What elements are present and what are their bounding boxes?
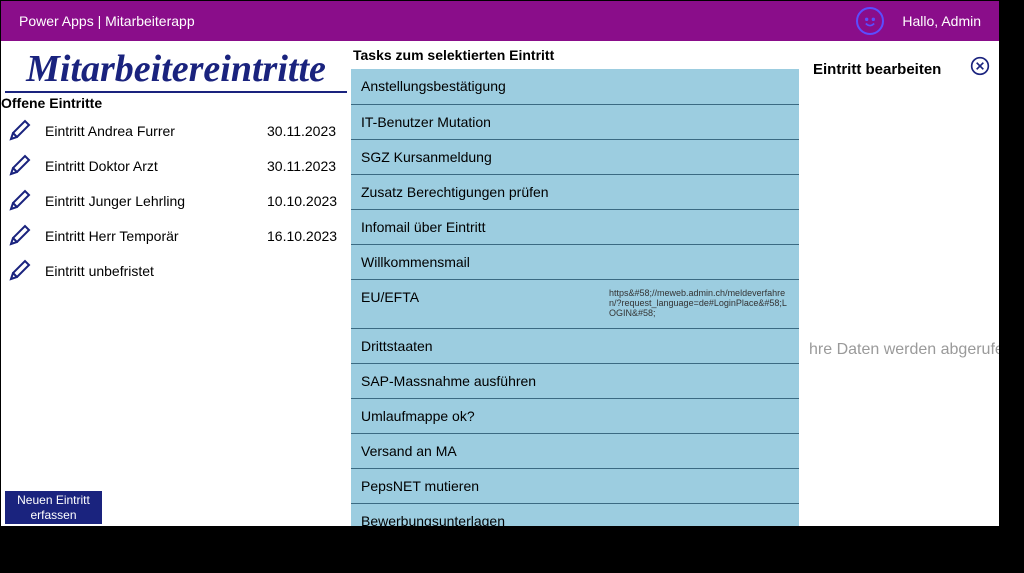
task-row[interactable]: Bewerbungsunterlagen (351, 503, 799, 526)
user-greeting: Hallo, Admin (902, 13, 981, 29)
new-entry-button[interactable]: Neuen Eintritt erfassen (5, 491, 102, 524)
task-label: Bewerbungsunterlagen (361, 513, 505, 526)
entry-date: 10.10.2023 (267, 193, 351, 209)
entry-name: Eintritt Junger Lehrling (41, 193, 267, 209)
task-row[interactable]: Versand an MA (351, 433, 799, 468)
smile-icon[interactable] (856, 7, 884, 35)
entry-name: Eintritt unbefristet (41, 263, 267, 279)
entry-date: 16.10.2023 (267, 228, 351, 244)
pencil-icon[interactable] (5, 152, 33, 180)
task-row[interactable]: Infomail über Eintritt (351, 209, 799, 244)
entry-name: Eintritt Herr Temporär (41, 228, 267, 244)
task-label: Umlaufmappe ok? (361, 408, 475, 424)
entry-date: 30.11.2023 (267, 158, 351, 174)
task-label: PepsNET mutieren (361, 478, 479, 494)
pencil-icon[interactable] (5, 117, 33, 145)
task-row[interactable]: EU/EFTA https&#58;//meweb.admin.ch/meldev… (351, 279, 799, 328)
pencil-icon[interactable] (5, 187, 33, 215)
task-label: Infomail über Eintritt (361, 219, 486, 235)
task-label: Anstellungsbestätigung (361, 78, 506, 94)
task-label: SGZ Kursanmeldung (361, 149, 492, 165)
left-panel: Mitarbeitereintritte Offene Eintritte Ei… (1, 41, 351, 526)
task-label: Versand an MA (361, 443, 457, 459)
edit-panel: Eintritt bearbeiten hre Daten werden abg… (799, 41, 999, 526)
task-row[interactable]: Umlaufmappe ok? (351, 398, 799, 433)
loading-text: hre Daten werden abgerufen. (809, 341, 1000, 359)
pencil-icon[interactable] (5, 222, 33, 250)
task-row[interactable]: SAP-Massnahme ausführen (351, 363, 799, 398)
task-row[interactable]: Willkommensmail (351, 244, 799, 279)
task-label: SAP-Massnahme ausführen (361, 373, 536, 389)
task-row[interactable]: SGZ Kursanmeldung (351, 139, 799, 174)
task-row[interactable]: Anstellungsbestätigung (351, 69, 799, 104)
task-row[interactable]: Drittstaaten (351, 328, 799, 363)
edit-entry-heading: Eintritt bearbeiten (813, 61, 989, 78)
task-label: EU/EFTA (361, 289, 419, 305)
task-label: Willkommensmail (361, 254, 470, 270)
app-frame: Power Apps | Mitarbeiterapp Hallo, Admin… (0, 0, 1000, 527)
page-title: Mitarbeitereintritte (5, 45, 347, 93)
entry-row[interactable]: Eintritt Doktor Arzt30.11.2023 (5, 148, 351, 183)
task-label: Drittstaaten (361, 338, 433, 354)
task-row[interactable]: PepsNET mutieren (351, 468, 799, 503)
entry-row[interactable]: Eintritt unbefristet (5, 253, 351, 288)
header-bar: Power Apps | Mitarbeiterapp Hallo, Admin (1, 1, 999, 41)
task-row[interactable]: Zusatz Berechtigungen prüfen (351, 174, 799, 209)
task-note: https&#58;//meweb.admin.ch/meldeverfahre… (609, 289, 789, 319)
tasks-scroll[interactable]: Anstellungsbestätigung IT-Benutzer Mutati… (351, 69, 799, 526)
entry-name: Eintritt Andrea Furrer (41, 123, 267, 139)
task-label: IT-Benutzer Mutation (361, 114, 491, 130)
tasks-heading: Tasks zum selektierten Eintritt (351, 41, 799, 69)
entry-row[interactable]: Eintritt Junger Lehrling10.10.2023 (5, 183, 351, 218)
open-entries-label: Offene Eintritte (1, 95, 347, 111)
app-title: Power Apps | Mitarbeiterapp (19, 13, 195, 29)
pencil-icon[interactable] (5, 257, 33, 285)
entry-name: Eintritt Doktor Arzt (41, 158, 267, 174)
tasks-panel: Tasks zum selektierten Eintritt Anstellu… (351, 41, 799, 526)
entry-row[interactable]: Eintritt Herr Temporär16.10.2023 (5, 218, 351, 253)
close-icon[interactable] (969, 55, 991, 77)
task-label: Zusatz Berechtigungen prüfen (361, 184, 549, 200)
entry-date: 30.11.2023 (267, 123, 351, 139)
task-row[interactable]: IT-Benutzer Mutation (351, 104, 799, 139)
entry-row[interactable]: Eintritt Andrea Furrer30.11.2023 (5, 113, 351, 148)
